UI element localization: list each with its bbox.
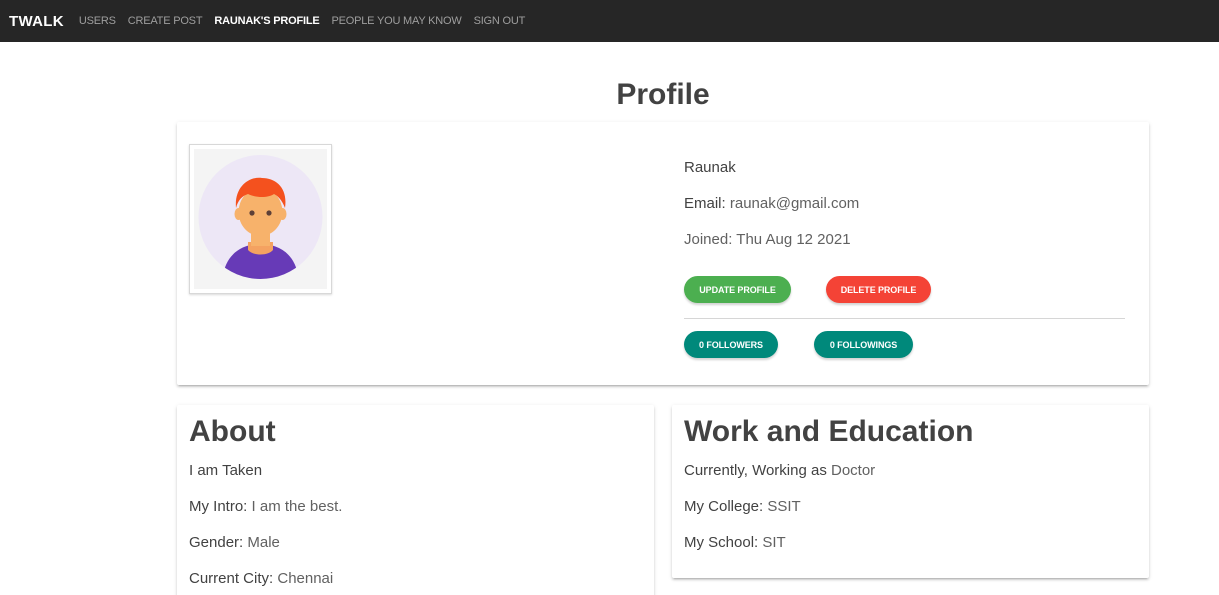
joined-label: Joined: [684, 231, 733, 248]
working-value: Doctor [831, 462, 876, 479]
work-current: Currently, Working as Doctor [684, 462, 875, 479]
joined-value: Thu Aug 12 2021 [736, 231, 851, 248]
email-value: raunak@gmail.com [729, 195, 860, 212]
intro-label: My Intro: [189, 498, 248, 515]
profile-joined: Joined: Thu Aug 12 2021 [684, 231, 851, 248]
user-avatar-icon [198, 155, 323, 279]
work-title: Work and Education [684, 415, 974, 448]
work-education-card: Work and Education Currently, Working as… [672, 405, 1149, 578]
nav-create-post[interactable]: CREATE POST [128, 15, 203, 27]
followings-button[interactable]: 0 FOLLOWINGS [814, 331, 913, 358]
divider [684, 318, 1125, 319]
about-title: About [189, 415, 276, 448]
nav-profile[interactable]: RAUNAK'S PROFILE [214, 15, 319, 27]
working-label: Currently, Working as [684, 462, 827, 479]
college-value: SSIT [767, 498, 801, 515]
college-label: My College: [684, 498, 764, 515]
school-value: SIT [762, 534, 786, 551]
school-label: My School: [684, 534, 759, 551]
gender-label: Gender: [189, 534, 244, 551]
work-college: My College: SSIT [684, 498, 801, 515]
about-status: I am Taken [189, 462, 263, 479]
email-label: Email: [684, 195, 726, 212]
profile-email: Email: raunak@gmail.com [684, 195, 859, 212]
top-navbar: TWALK USERS CREATE POST RAUNAK'S PROFILE… [0, 0, 1219, 42]
profile-name: Raunak [684, 159, 736, 176]
brand-logo[interactable]: TWALK [9, 13, 64, 30]
profile-card: Raunak Email: raunak@gmail.com Joined: T… [177, 122, 1149, 385]
nav-people-you-may-know[interactable]: PEOPLE YOU MAY KNOW [331, 15, 461, 27]
intro-value: I am the best. [251, 498, 343, 515]
gender-value: Male [247, 534, 280, 551]
delete-profile-button[interactable]: DELETE PROFILE [826, 276, 931, 303]
city-label: Current City: [189, 570, 274, 587]
about-card: About I am Taken My Intro: I am the best… [177, 405, 654, 595]
city-value: Chennai [277, 570, 334, 587]
followers-button[interactable]: 0 FOLLOWERS [684, 331, 778, 358]
avatar [189, 144, 332, 294]
about-city: Current City: Chennai [189, 570, 333, 587]
about-intro: My Intro: I am the best. [189, 498, 342, 515]
about-gender: Gender: Male [189, 534, 280, 551]
update-profile-button[interactable]: UPDATE PROFILE [684, 276, 791, 303]
nav-sign-out[interactable]: SIGN OUT [474, 15, 526, 27]
nav-users[interactable]: USERS [79, 15, 116, 27]
work-school: My School: SIT [684, 534, 786, 551]
page-title: Profile [616, 78, 710, 111]
